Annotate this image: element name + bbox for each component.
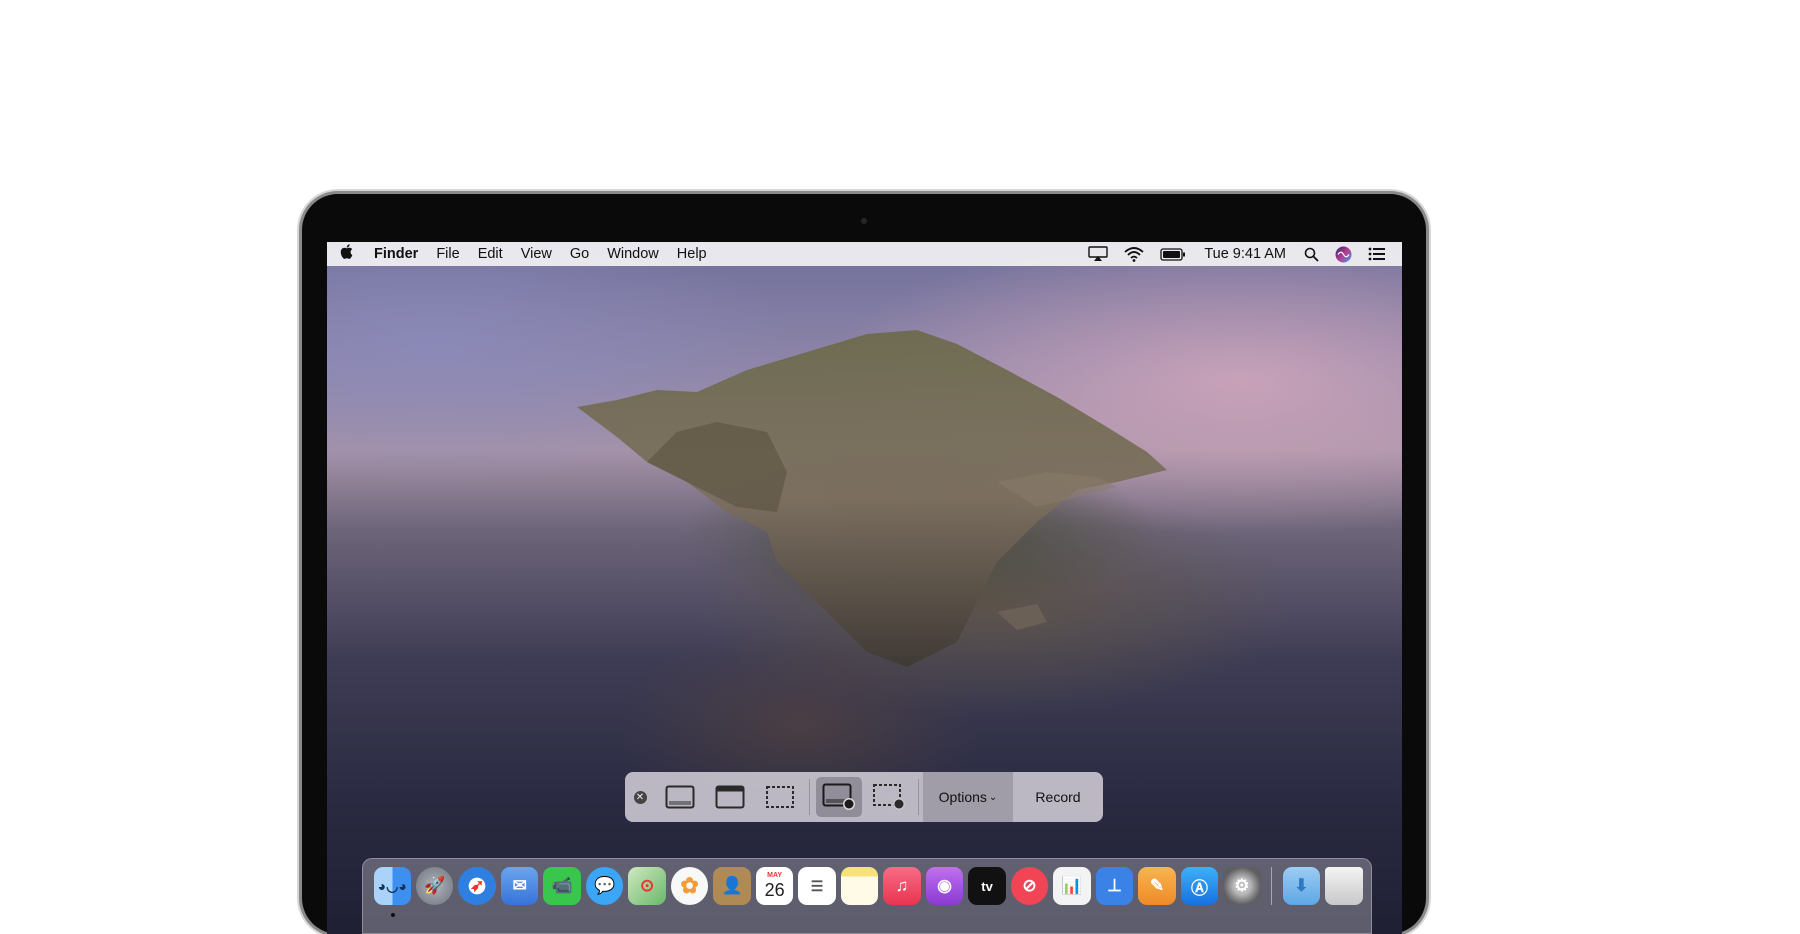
wifi-icon[interactable] — [1124, 246, 1144, 262]
menu-help[interactable]: Help — [668, 242, 716, 266]
record-button[interactable]: Record — [1013, 772, 1103, 822]
desktop-wallpaper-island — [577, 330, 1167, 667]
safari-icon[interactable]: ➶ — [458, 867, 496, 905]
camera — [861, 218, 867, 224]
contacts-icon[interactable]: 👤 — [713, 867, 751, 905]
launchpad-icon[interactable]: 🚀 — [415, 867, 454, 905]
menu-go[interactable]: Go — [561, 242, 598, 266]
notes-icon[interactable] — [840, 867, 879, 905]
airplay-icon[interactable] — [1088, 246, 1109, 262]
menu-window[interactable]: Window — [598, 242, 668, 266]
dock: ◕◡◕ 🚀 ➶ ✉ 📹 💬 ⊙ ✿ 👤 MAY 26 ☰ ♫ ◉ tv ⊘ 📊 … — [362, 858, 1372, 934]
music-icon[interactable]: ♫ — [883, 867, 921, 905]
dashed-rect-icon — [766, 786, 794, 808]
menu-bar: Finder File Edit View Go Window Help Tue… — [327, 242, 1402, 266]
calendar-month: MAY — [767, 872, 783, 879]
record-selected-portion-button[interactable] — [864, 772, 914, 822]
running-indicator — [390, 913, 395, 917]
siri-icon[interactable] — [1335, 246, 1352, 263]
screen-record-icon — [822, 783, 855, 810]
finder-icon[interactable]: ◕◡◕ — [373, 867, 411, 917]
downloads-folder-icon[interactable]: ⬇ — [1282, 867, 1321, 905]
system-preferences-icon[interactable]: ⚙ — [1223, 867, 1261, 905]
menu-view[interactable]: View — [512, 242, 561, 266]
chevron-down-icon: ⌄ — [988, 791, 998, 803]
menu-edit[interactable]: Edit — [469, 242, 512, 266]
apple-tv-icon[interactable]: tv — [968, 867, 1006, 905]
maps-icon[interactable]: ⊙ — [628, 867, 666, 905]
dashed-record-icon — [873, 784, 905, 810]
options-label: Options — [938, 789, 987, 805]
app-store-icon[interactable]: Ⓐ — [1180, 867, 1219, 905]
apple-icon[interactable] — [327, 244, 365, 264]
screenshot-toolbar: ✕ Options ⌄ Record — [625, 772, 1103, 822]
capture-selected-window-button[interactable] — [705, 772, 755, 822]
calendar-day: 26 — [764, 880, 785, 900]
podcasts-icon[interactable]: ◉ — [925, 867, 964, 905]
window-icon — [715, 785, 745, 809]
desktop: Finder File Edit View Go Window Help Tue… — [327, 242, 1402, 934]
battery-icon[interactable] — [1160, 247, 1186, 261]
toolbar-divider — [918, 779, 919, 815]
tv-label: tv — [981, 878, 993, 894]
photos-icon[interactable]: ✿ — [670, 867, 709, 905]
menu-file[interactable]: File — [427, 242, 468, 266]
close-toolbar-button[interactable]: ✕ — [625, 772, 655, 822]
reminders-icon[interactable]: ☰ — [798, 867, 836, 905]
capture-selected-portion-button[interactable] — [755, 772, 805, 822]
capture-entire-screen-button[interactable] — [655, 772, 705, 822]
mail-icon[interactable]: ✉ — [500, 867, 539, 905]
notification-center-icon[interactable] — [1368, 247, 1386, 261]
spotlight-search-icon[interactable] — [1304, 247, 1319, 262]
facetime-icon[interactable]: 📹 — [543, 867, 581, 905]
record-entire-screen-button[interactable] — [816, 777, 862, 817]
numbers-icon[interactable]: 📊 — [1053, 867, 1091, 905]
toolbar-divider — [809, 779, 810, 815]
menu-clock[interactable]: Tue 9:41 AM — [1204, 246, 1286, 262]
macbook-frame: Finder File Edit View Go Window Help Tue… — [302, 194, 1426, 934]
menu-app-name[interactable]: Finder — [365, 242, 427, 266]
calendar-icon[interactable]: MAY 26 — [755, 867, 794, 905]
news-icon[interactable]: ⊘ — [1010, 867, 1049, 905]
dock-divider — [1271, 867, 1273, 905]
screen-icon — [665, 785, 695, 809]
keynote-icon[interactable]: ⊥ — [1095, 867, 1134, 905]
options-button[interactable]: Options ⌄ — [923, 772, 1013, 822]
close-icon: ✕ — [633, 790, 647, 804]
trash-icon[interactable] — [1325, 867, 1363, 905]
messages-icon[interactable]: 💬 — [585, 867, 624, 905]
pages-icon[interactable]: ✎ — [1138, 867, 1176, 905]
